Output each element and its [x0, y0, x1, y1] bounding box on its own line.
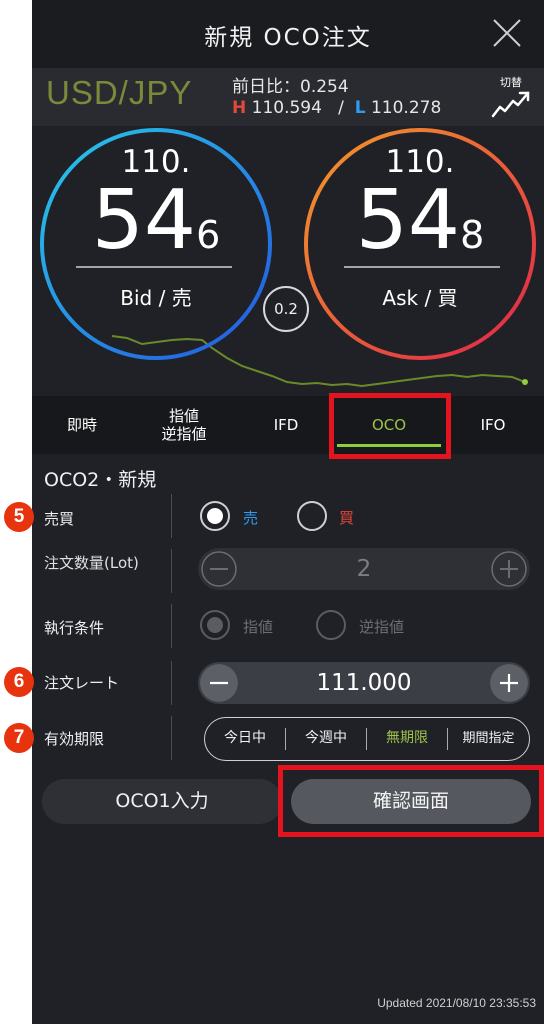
expiry-label: 有効期限 [44, 730, 105, 748]
ask-main-digits: 54 [355, 173, 461, 268]
tab-ifo[interactable]: IFO [442, 396, 544, 454]
step-badge-6: 6 [4, 667, 34, 697]
ask-label: Ask / 買 [382, 286, 458, 310]
chart-trend-icon [491, 91, 530, 118]
divider [171, 716, 172, 760]
high-value: 110.594 [251, 98, 322, 118]
switch-label: 切替 [500, 76, 522, 89]
low-label: L [354, 98, 366, 118]
currency-pair[interactable]: USD/JPY [46, 74, 192, 112]
order-screen: 新規 OCO注文 USD/JPY 前日比：0.254 H 110.594 / L… [32, 0, 544, 1024]
divider [171, 661, 172, 705]
tab-limit-stop[interactable]: 指値 逆指値 [132, 396, 236, 454]
minus-icon[interactable] [200, 550, 238, 588]
spread-badge: 0.2 [263, 286, 309, 332]
bid-pip: 6 [196, 213, 221, 257]
sell-radio[interactable] [200, 501, 230, 531]
high-label: H [232, 98, 247, 118]
step-badge-5: 5 [4, 502, 34, 532]
radio-dot [207, 617, 223, 633]
divider [171, 549, 172, 593]
chart-switch-button[interactable]: 切替 [490, 74, 532, 120]
quantity-stepper[interactable]: 2 [198, 548, 530, 590]
stop-radio [316, 610, 346, 640]
rate-chart-endpoint [522, 379, 528, 385]
quantity-value: 2 [356, 556, 372, 582]
ask-gauge[interactable]: 110. 548 Ask / 買 [300, 126, 540, 366]
bid-label: Bid / 売 [120, 286, 192, 310]
expiry-indefinite[interactable]: 無期限 [367, 718, 447, 759]
stop-label: 逆指値 [359, 618, 405, 636]
buy-label: 買 [339, 509, 355, 527]
rate-value[interactable]: 111.000 [238, 670, 490, 696]
order-type-tabs: 即時 指値 逆指値 IFD OCO IFO [32, 396, 544, 454]
rate-label: 注文レート [44, 674, 120, 692]
rate-stepper[interactable]: 111.000 [198, 662, 530, 704]
expiry-today[interactable]: 今日中 [205, 718, 285, 759]
sell-label: 売 [243, 509, 259, 527]
divider [171, 604, 172, 648]
price-panel: 110. 546 Bid / 売 110. 548 Ask / 買 [32, 126, 544, 396]
radio-dot [207, 508, 223, 524]
title-bar: 新規 OCO注文 [32, 0, 544, 68]
expiry-this-week[interactable]: 今週中 [286, 718, 366, 759]
divider [171, 494, 172, 538]
buy-radio[interactable] [297, 501, 327, 531]
bid-main: 546 [36, 176, 276, 266]
plus-icon[interactable] [490, 550, 528, 588]
plus-icon[interactable] [490, 664, 528, 702]
expiry-specify-period[interactable]: 期間指定 [448, 718, 529, 759]
updated-timestamp: Updated 2021/08/10 23:35:53 [377, 996, 536, 1010]
high-low: H 110.594 / L 110.278 [232, 98, 441, 118]
condition-label: 執行条件 [44, 619, 105, 637]
limit-label: 指値 [243, 618, 274, 636]
ask-main: 548 [300, 176, 540, 266]
minus-icon[interactable] [200, 664, 238, 702]
low-value: 110.278 [370, 98, 442, 118]
close-icon[interactable] [492, 18, 522, 48]
oco1-input-button[interactable]: OCO1入力 [42, 779, 282, 824]
bid-main-digits: 54 [91, 173, 197, 268]
tab-ifd[interactable]: IFD [236, 396, 336, 454]
prev-day-change: 前日比：0.254 [232, 77, 349, 97]
quantity-label: 注文数量(Lot) [44, 554, 139, 572]
ask-pip: 8 [460, 213, 485, 257]
page-title: 新規 OCO注文 [204, 25, 372, 51]
side-label: 売買 [44, 510, 75, 528]
section-title: OCO2・新規 [44, 469, 157, 491]
tab-immediate[interactable]: 即時 [32, 396, 132, 454]
hl-separator: / [338, 98, 344, 118]
limit-radio [200, 610, 230, 640]
expiry-segmented-control: 今日中 今週中 無期限 期間指定 [204, 717, 530, 761]
step-badge-7: 7 [4, 723, 34, 753]
tab-oco-highlight [329, 393, 451, 459]
confirm-highlight [278, 765, 544, 837]
bid-gauge[interactable]: 110. 546 Bid / 売 [36, 126, 276, 366]
